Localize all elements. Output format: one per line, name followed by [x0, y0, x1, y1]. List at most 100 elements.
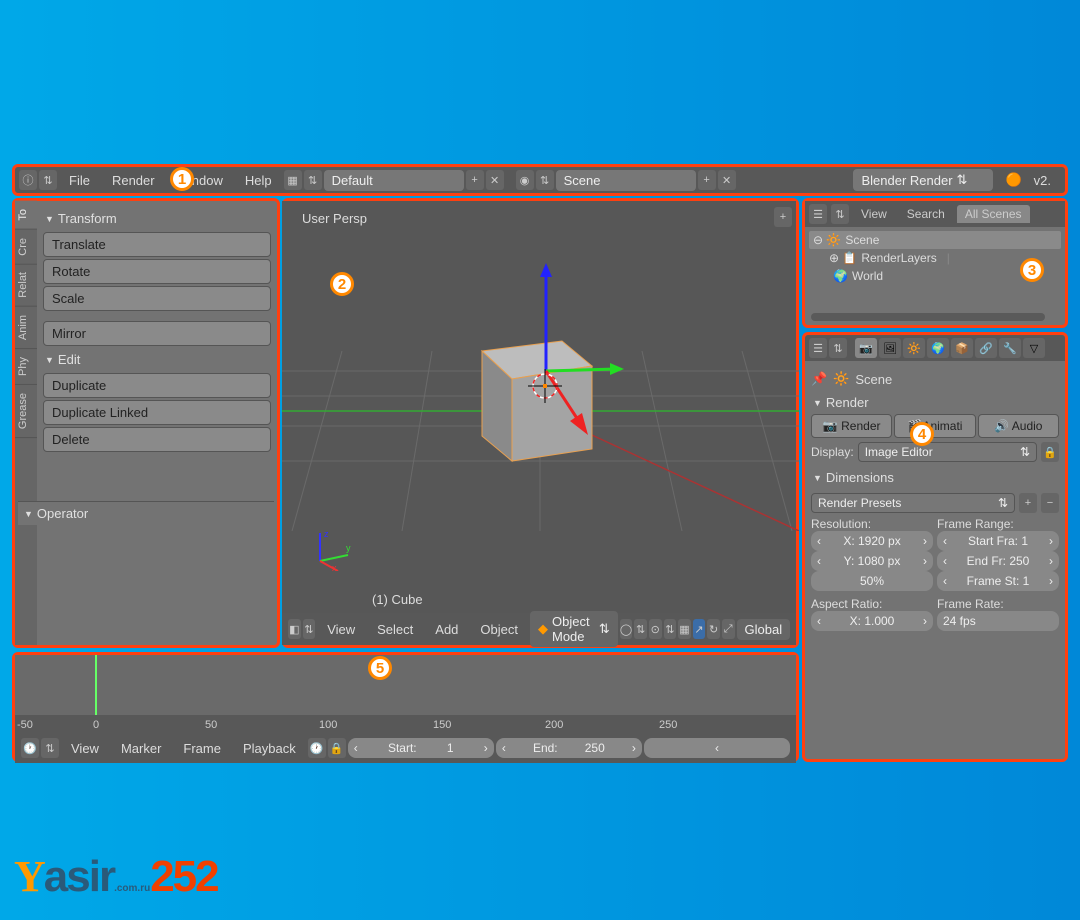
res-pct-field[interactable]: 50%: [811, 571, 933, 591]
delete-button[interactable]: Delete: [43, 427, 271, 452]
engine-select[interactable]: Blender Render⇅: [853, 169, 993, 191]
operator-header[interactable]: Operator: [18, 502, 274, 525]
vp-menu-select[interactable]: Select: [367, 618, 423, 641]
outliner-allscenes[interactable]: All Scenes: [957, 205, 1030, 223]
tl-menu-playback[interactable]: Playback: [233, 737, 306, 760]
updown-icon[interactable]: ⇅: [829, 338, 847, 358]
manipulator-icon[interactable]: ↗: [693, 619, 706, 639]
scale-gizmo-icon[interactable]: ⤢: [722, 619, 735, 639]
tree-scene[interactable]: ⊖ 🔆 Scene: [809, 231, 1061, 249]
rotate-button[interactable]: Rotate: [43, 259, 271, 284]
timeline-canvas[interactable]: -50 0 50 100 150 200 250: [15, 655, 796, 733]
updown-icon[interactable]: ⇅: [664, 619, 677, 639]
frame-step-field[interactable]: ‹Frame St: 1›: [937, 571, 1059, 591]
close-scene-button[interactable]: ✕: [718, 170, 736, 190]
render-button[interactable]: 📷 Render: [811, 414, 892, 438]
outliner-search[interactable]: Search: [899, 205, 953, 223]
add-layout-button[interactable]: +: [466, 170, 484, 190]
cube-icon[interactable]: ◧: [288, 619, 301, 639]
res-x-field[interactable]: ‹X: 1920 px›: [811, 531, 933, 551]
tab-grease[interactable]: Grease: [15, 385, 37, 438]
shading-icon[interactable]: ◯: [620, 619, 633, 639]
translate-button[interactable]: Translate: [43, 232, 271, 257]
vp-menu-object[interactable]: Object: [470, 618, 528, 641]
clock-icon[interactable]: 🕐: [21, 738, 39, 758]
sync-icon[interactable]: 🕐: [308, 738, 326, 758]
display-select[interactable]: Image Editor⇅: [858, 442, 1037, 462]
dup-linked-button[interactable]: Duplicate Linked: [43, 400, 271, 425]
res-y-field[interactable]: ‹Y: 1080 px›: [811, 551, 933, 571]
orientation-select[interactable]: Global: [737, 619, 791, 640]
lock-icon[interactable]: 🔒: [1041, 442, 1059, 462]
updown-icon[interactable]: ⇅: [634, 619, 647, 639]
tl-menu-marker[interactable]: Marker: [111, 737, 171, 760]
tab-modifier-icon[interactable]: 🔧: [999, 338, 1021, 358]
tab-scene-icon[interactable]: 🔆: [903, 338, 925, 358]
tl-menu-frame[interactable]: Frame: [173, 737, 231, 760]
pivot-icon[interactable]: ⊙: [649, 619, 662, 639]
render-section-header[interactable]: Render: [811, 391, 1059, 414]
rotate-gizmo-icon[interactable]: ↻: [707, 619, 720, 639]
layers-icon[interactable]: ▦: [678, 619, 691, 639]
layout-field[interactable]: Default: [324, 170, 464, 191]
tab-tools[interactable]: To: [15, 201, 37, 230]
layout-icon[interactable]: ▦: [284, 170, 302, 190]
add-scene-button[interactable]: +: [698, 170, 716, 190]
scene-field[interactable]: Scene: [556, 170, 696, 191]
tab-animation[interactable]: Anim: [15, 307, 37, 349]
tab-constraint-icon[interactable]: 🔗: [975, 338, 997, 358]
scale-button[interactable]: Scale: [43, 286, 271, 311]
tab-world-icon[interactable]: 🌍: [927, 338, 949, 358]
scene-icon[interactable]: ◉: [516, 170, 534, 190]
updown-icon[interactable]: ⇅: [41, 738, 59, 758]
remove-preset-button[interactable]: −: [1041, 493, 1059, 513]
framerate-field[interactable]: 24 fps: [937, 611, 1059, 631]
menu-help[interactable]: Help: [235, 169, 282, 192]
plus-overlay-button[interactable]: +: [774, 207, 792, 227]
tab-relations[interactable]: Relat: [15, 264, 37, 307]
edit-header[interactable]: Edit: [43, 348, 271, 371]
vp-menu-add[interactable]: Add: [425, 618, 468, 641]
pin-icon[interactable]: 📌: [811, 371, 827, 387]
updown-icon[interactable]: ⇅: [303, 619, 316, 639]
tab-physics[interactable]: Phy: [15, 349, 37, 385]
prop-editor-icon[interactable]: ☰: [809, 338, 827, 358]
outliner-view[interactable]: View: [853, 205, 895, 223]
updown-icon[interactable]: ⇅: [304, 170, 322, 190]
tab-render-icon[interactable]: 📷: [855, 338, 877, 358]
vp-menu-view[interactable]: View: [317, 618, 365, 641]
transform-header[interactable]: Transform: [43, 207, 271, 230]
duplicate-button[interactable]: Duplicate: [43, 373, 271, 398]
info-icon[interactable]: ⓘ: [19, 170, 37, 190]
mode-select[interactable]: ◆Object Mode⇅: [530, 611, 618, 647]
updown-icon[interactable]: ⇅: [831, 204, 849, 224]
gizmo-axes[interactable]: [506, 261, 626, 441]
lock-icon[interactable]: 🔒: [328, 738, 346, 758]
mirror-button[interactable]: Mirror: [43, 321, 271, 346]
tab-object-icon[interactable]: 📦: [951, 338, 973, 358]
add-preset-button[interactable]: +: [1019, 493, 1037, 513]
start-frame[interactable]: ‹Start:1›: [348, 738, 494, 758]
end-frame[interactable]: ‹End:250›: [496, 738, 642, 758]
tl-menu-view[interactable]: View: [61, 737, 109, 760]
audio-button[interactable]: 🔊 Audio: [978, 414, 1059, 438]
render-presets[interactable]: Render Presets⇅: [811, 493, 1015, 513]
animation-button[interactable]: 🎬Animati: [894, 414, 975, 438]
menu-file[interactable]: File: [59, 169, 100, 192]
updown-icon[interactable]: ⇅: [536, 170, 554, 190]
end-frame-field[interactable]: ‹End Fr: 250›: [937, 551, 1059, 571]
timeline-cursor[interactable]: [95, 655, 97, 715]
updown-icon[interactable]: ⇅: [39, 170, 57, 190]
aspect-x-field[interactable]: ‹X: 1.000›: [811, 611, 933, 631]
tab-layers-icon[interactable]: 🖼: [879, 338, 901, 358]
dimensions-header[interactable]: Dimensions: [811, 466, 1059, 489]
current-frame[interactable]: ‹: [644, 738, 790, 758]
start-frame-field[interactable]: ‹Start Fra: 1›: [937, 531, 1059, 551]
menu-render[interactable]: Render: [102, 169, 165, 192]
viewport-canvas[interactable]: User Persp: [282, 201, 796, 619]
tab-create[interactable]: Cre: [15, 230, 37, 265]
tab-data-icon[interactable]: ▽: [1023, 338, 1045, 358]
outliner-icon[interactable]: ☰: [809, 204, 827, 224]
close-layout-button[interactable]: ✕: [486, 170, 504, 190]
outliner-scrollbar[interactable]: [811, 313, 1045, 321]
